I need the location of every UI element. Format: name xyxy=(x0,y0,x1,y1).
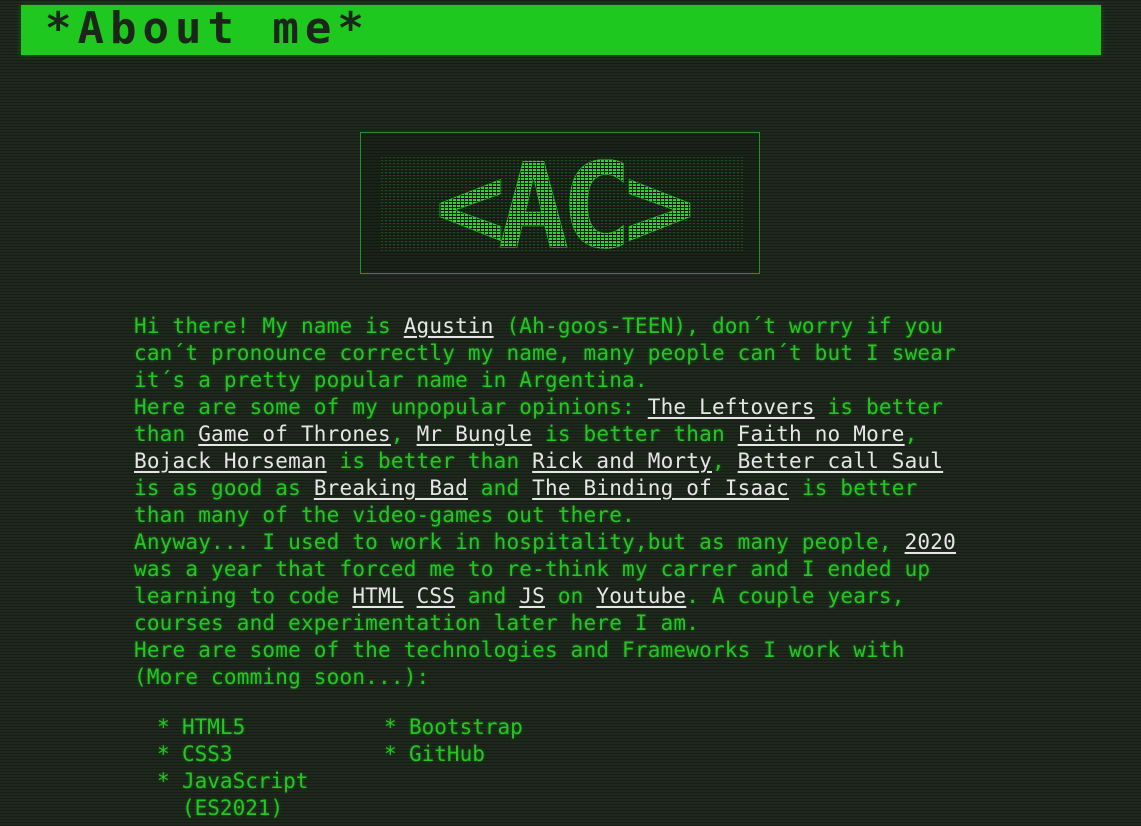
list-item: * GitHub xyxy=(384,741,599,768)
story-text-1: Anyway... I used to work in hospitality,… xyxy=(134,530,905,554)
intro-text-1: Hi there! My name is xyxy=(134,314,404,338)
bullet-asterisk: * xyxy=(157,769,170,793)
story-text-3 xyxy=(404,584,417,608)
list-item: * JavaScript (ES2021) xyxy=(157,768,372,822)
css-link[interactable]: CSS xyxy=(417,584,456,608)
bullet-asterisk: * xyxy=(384,742,397,766)
breaking-bad-link[interactable]: Breaking Bad xyxy=(314,476,468,500)
tech-intro: Here are some of the technologies and Fr… xyxy=(134,638,905,689)
tech-item-label: JavaScript (ES2021) xyxy=(182,769,309,820)
tech-item-label: Bootstrap xyxy=(409,715,523,739)
page-title: *About me* xyxy=(45,3,370,54)
better-call-saul-link[interactable]: Better call Saul xyxy=(738,449,944,473)
opinions-paragraph: Here are some of my unpopular opinions: … xyxy=(134,394,974,529)
youtube-link[interactable]: Youtube xyxy=(596,584,686,608)
intro-paragraph: Hi there! My name is Agustin (Ah-goos-TE… xyxy=(134,313,974,394)
the-leftovers-link[interactable]: The Leftovers xyxy=(648,395,815,419)
logo-box: <AC> xyxy=(360,132,760,274)
rick-and-morty-link[interactable]: Rick and Morty xyxy=(532,449,712,473)
faith-no-more-link[interactable]: Faith no More xyxy=(738,422,905,446)
link-2020[interactable]: 2020 xyxy=(905,530,956,554)
tech-list-column-1: * HTML5 * CSS3 * JavaScript (ES2021) xyxy=(157,714,372,822)
bullet-asterisk: * xyxy=(157,742,170,766)
html-link[interactable]: HTML xyxy=(352,584,403,608)
opinions-text-6: is better than xyxy=(326,449,533,473)
game-of-thrones-link[interactable]: Game of Thrones xyxy=(198,422,391,446)
js-link[interactable]: JS xyxy=(519,584,545,608)
header-bar: *About me* xyxy=(21,5,1101,55)
tech-item-label: GitHub xyxy=(409,742,485,766)
mr-bungle-link[interactable]: Mr Bungle xyxy=(417,422,533,446)
tech-list-column-2: * Bootstrap * GitHub xyxy=(384,714,599,768)
story-paragraph: Anyway... I used to work in hospitality,… xyxy=(134,529,974,637)
opinions-text-7: , xyxy=(711,449,738,473)
list-item: * HTML5 xyxy=(157,714,372,741)
bullet-asterisk: * xyxy=(157,715,170,739)
binding-of-isaac-link[interactable]: The Binding of Isaac xyxy=(532,476,789,500)
list-item: * Bootstrap xyxy=(384,714,599,741)
tech-item-label: CSS3 xyxy=(182,742,233,766)
opinions-text-9: and xyxy=(467,476,533,500)
opinions-text-1: Here are some of my unpopular opinions: xyxy=(134,395,648,419)
opinions-text-3: , xyxy=(390,422,417,446)
bojack-horseman-link[interactable]: Bojack Horseman xyxy=(134,449,327,473)
agustin-link[interactable]: Agustin xyxy=(404,314,494,338)
opinions-text-8: is as good as xyxy=(134,476,314,500)
story-text-5: on xyxy=(545,584,597,608)
opinions-text-4: is better than xyxy=(532,422,738,446)
about-content: Hi there! My name is Agustin (Ah-goos-TE… xyxy=(134,313,974,691)
story-text-4: and xyxy=(455,584,520,608)
tech-item-label: HTML5 xyxy=(182,715,246,739)
ac-logo: <AC> xyxy=(379,137,743,274)
bullet-asterisk: * xyxy=(384,715,397,739)
opinions-text-5: , xyxy=(904,422,918,446)
list-item: * CSS3 xyxy=(157,741,372,768)
logo-text: <AC> xyxy=(435,137,690,274)
